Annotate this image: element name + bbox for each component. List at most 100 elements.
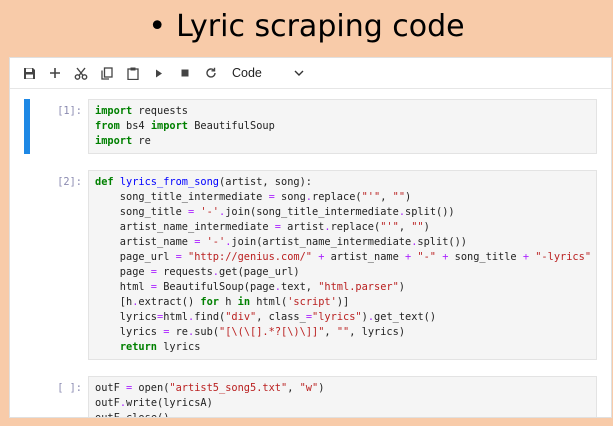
code-token: "[\(\[].*?[\)\]]" (219, 326, 325, 338)
code-token: sub( (194, 326, 220, 338)
code-token: "w" (299, 382, 319, 394)
code-line: def lyrics_from_song(artist, song): (95, 175, 590, 190)
code-token: re (169, 326, 189, 338)
code-token: , (324, 326, 337, 338)
code-token: html (163, 311, 189, 323)
code-token: song_title_intermediate (95, 191, 269, 203)
code-token: [h (95, 296, 133, 308)
code-token: lyrics (95, 326, 164, 338)
code-token: extract() (138, 296, 201, 308)
run-button[interactable] (146, 61, 172, 85)
code-token: BeautifulSoup (188, 120, 275, 132)
code-line: import requests (95, 104, 590, 119)
code-token: "lyrics" (312, 311, 362, 323)
notebook-toolbar: Code (10, 58, 611, 89)
code-token: , class_ (256, 311, 306, 323)
code-token: join(song_title_intermediate (225, 206, 399, 218)
cell-prompt: [ ]: (57, 382, 82, 394)
code-token: "'" (380, 221, 399, 233)
notebook-frame: Code [1]: import requests from bs4 import… (9, 57, 612, 418)
code-token: find( (194, 311, 226, 323)
cell-type-value: Code (232, 66, 262, 80)
code-token: outF (95, 397, 120, 409)
cell-editor[interactable]: def lyrics_from_song(artist, song): song… (88, 170, 597, 360)
code-cell-3[interactable]: [ ]: outF = open("artist5_song5.txt", "w… (24, 376, 597, 418)
cell-prompt: [1]: (57, 105, 82, 117)
code-token: page (95, 266, 151, 278)
save-button[interactable] (16, 61, 42, 85)
cell-indicator (24, 376, 30, 417)
code-line: lyrics=html.find("div", class_="lyrics")… (95, 310, 590, 325)
code-token: text, (281, 281, 319, 293)
cut-button[interactable] (68, 61, 94, 85)
code-token: close() (126, 412, 170, 418)
add-cell-icon (50, 68, 60, 78)
code-token: html (95, 281, 151, 293)
code-token: replace( (330, 221, 381, 233)
code-line: page_url = "http://genius.com/" + artist… (95, 250, 591, 265)
code-token: lyrics_from_song (119, 176, 220, 188)
code-token: '-' (200, 206, 220, 218)
code-token: )] (336, 296, 350, 308)
code-token: import (150, 120, 189, 132)
code-token: "-" (417, 251, 437, 263)
code-line: [h.extract() for h in html('script')] (95, 295, 590, 310)
cut-icon (74, 67, 88, 80)
stop-icon (181, 69, 189, 77)
code-token: page_url (95, 251, 176, 263)
cell-editor[interactable]: import requests from bs4 import Beautiful… (88, 99, 597, 154)
code-token: lyrics (157, 341, 201, 353)
code-token: split()) (417, 236, 468, 248)
cell-indicator (24, 170, 30, 360)
paste-icon (127, 67, 139, 80)
chevron-down-icon (294, 70, 304, 76)
code-token: return (119, 341, 158, 353)
cell-type-select[interactable]: Code (232, 66, 304, 80)
code-token: , (380, 191, 393, 203)
code-token: "'" (361, 191, 381, 203)
cell-prompt: [2]: (57, 176, 82, 188)
code-line: from bs4 import BeautifulSoup (95, 119, 590, 134)
code-line: outF = open("artist5_song5.txt", "w") (95, 381, 590, 396)
code-token: write(lyricsA) (126, 397, 213, 409)
add-cell-button[interactable] (42, 61, 68, 85)
code-token: artist_name (95, 236, 195, 248)
code-cell-2[interactable]: [2]: def lyrics_from_song(artist, song):… (24, 170, 597, 360)
code-token: def (95, 176, 114, 188)
code-token: , (398, 221, 412, 233)
code-token: in (237, 296, 251, 308)
code-token: "artist5_song5.txt" (169, 382, 288, 394)
code-token: BeautifulSoup(page (157, 281, 275, 293)
code-line: outF.close() (95, 411, 590, 418)
code-token: open( (132, 382, 170, 394)
code-token: requests (157, 266, 213, 278)
cell-editor[interactable]: outF = open("artist5_song5.txt", "w") out… (88, 376, 597, 418)
slide-title-text: Lyric scraping code (176, 8, 465, 44)
code-token: html( (250, 296, 288, 308)
code-token: , lyrics) (349, 326, 406, 338)
code-token: ) (318, 382, 325, 394)
code-line: lyrics = re.sub("[\(\[].*?[\)\]]", "", l… (95, 325, 590, 340)
code-token: (artist, song): (219, 176, 313, 188)
code-token: "div" (225, 311, 257, 323)
code-token: artist (280, 221, 325, 233)
code-token: import (95, 105, 133, 117)
code-token: h (219, 296, 238, 308)
code-cell-1[interactable]: [1]: import requests from bs4 import Beau… (24, 99, 597, 154)
code-token: artist_name (324, 251, 405, 263)
copy-icon (101, 66, 113, 80)
stop-button[interactable] (172, 61, 198, 85)
run-icon (156, 69, 162, 77)
code-token: outF (95, 412, 120, 418)
code-token: artist_name_intermediate (95, 221, 275, 233)
code-token: requests (132, 105, 188, 117)
paste-button[interactable] (120, 61, 146, 85)
code-token: outF (95, 382, 126, 394)
copy-button[interactable] (94, 61, 120, 85)
code-line: page = requests.get(page_url) (95, 265, 590, 280)
code-token: lyrics (95, 311, 157, 323)
slide-title: • Lyric scraping code (0, 6, 613, 46)
restart-button[interactable] (198, 61, 224, 85)
code-token: re (132, 135, 151, 147)
